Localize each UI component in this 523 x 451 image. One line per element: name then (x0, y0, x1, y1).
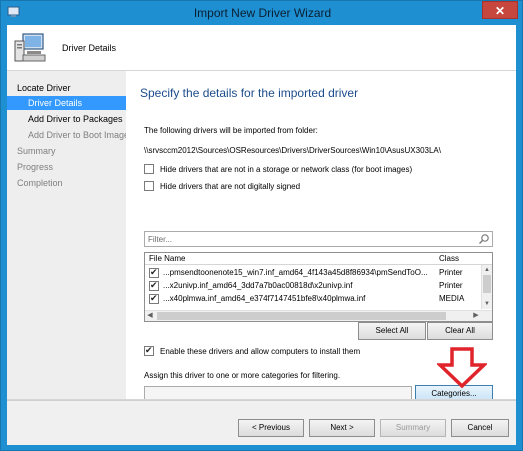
horizontal-scroll-thumb[interactable] (157, 312, 446, 320)
grid-vertical-scrollbar[interactable]: ▲ ▼ (481, 265, 492, 309)
nav-item-add-driver-to-boot-images[interactable]: Add Driver to Boot Images (7, 128, 126, 142)
clear-all-button[interactable]: Clear All (427, 322, 493, 340)
hide-non-storage-label: Hide drivers that are not in a storage o… (160, 165, 413, 174)
summary-button: Summary (380, 419, 446, 437)
row-class: MEDIA (439, 294, 465, 303)
column-header-file-name[interactable]: File Name (149, 254, 185, 263)
folder-label: The following drivers will be imported f… (144, 126, 318, 135)
row-class: Printer (439, 281, 463, 290)
cancel-button[interactable]: Cancel (451, 419, 509, 437)
filter-input[interactable]: Filter... (144, 231, 493, 247)
row-checkbox[interactable] (149, 267, 159, 278)
footer-divider (7, 400, 516, 401)
nav-item-add-driver-to-packages[interactable]: Add Driver to Packages (7, 112, 126, 126)
title-bar: Import New Driver Wizard ✕ (1, 1, 523, 25)
row-class: Printer (439, 268, 463, 277)
wizard-step-navigation: Locate Driver Driver Details Add Driver … (7, 71, 126, 399)
select-all-button[interactable]: Select All (358, 322, 426, 340)
table-row[interactable]: ...pmsendtoonenote15_win7.inf_amd64_4f14… (145, 267, 481, 279)
vertical-scroll-thumb[interactable] (483, 275, 491, 293)
main-content: Specify the details for the imported dri… (126, 71, 516, 403)
wizard-client-area: Driver Details Locate Driver Driver Deta… (7, 25, 516, 445)
scroll-right-icon[interactable]: ▶ (471, 311, 481, 321)
row-file-name: ...x40plmwa.inf_amd64_e374f7147451bfe8\x… (163, 294, 366, 303)
page-title: Driver Details (62, 43, 117, 53)
wizard-window: Import New Driver Wizard ✕ Driver Detail… (0, 0, 523, 451)
grid-horizontal-scrollbar[interactable]: ◀ ▶ (145, 310, 492, 321)
scroll-left-icon[interactable]: ◀ (145, 311, 155, 321)
nav-item-completion[interactable]: Completion (7, 176, 126, 190)
red-down-arrow-annotation (437, 347, 487, 389)
section-heading: Specify the details for the imported dri… (140, 86, 359, 100)
close-button[interactable]: ✕ (482, 1, 518, 19)
previous-button[interactable]: < Previous (238, 419, 304, 437)
hide-non-storage-checkbox[interactable] (144, 164, 154, 174)
table-row[interactable]: ...x40plmwa.inf_amd64_e374f7147451bfe8\x… (145, 293, 481, 305)
nav-item-progress[interactable]: Progress (7, 160, 126, 174)
computer-icon (14, 33, 46, 62)
folder-path: \\srvsccm2012\Sources\OSResources\Driver… (144, 146, 441, 155)
scroll-up-icon[interactable]: ▲ (482, 265, 492, 275)
hide-unsigned-label: Hide drivers that are not digitally sign… (160, 182, 301, 191)
wizard-footer: < Previous Next > Summary Cancel (7, 399, 516, 445)
enable-drivers-checkbox[interactable] (144, 345, 154, 356)
nav-item-driver-details[interactable]: Driver Details (7, 96, 126, 110)
nav-item-locate-driver[interactable]: Locate Driver (7, 81, 126, 95)
row-checkbox[interactable] (149, 293, 159, 304)
row-file-name: ...pmsendtoonenote15_win7.inf_amd64_4f14… (163, 268, 428, 277)
wizard-header: Driver Details (7, 25, 516, 71)
window-title: Import New Driver Wizard (193, 6, 332, 20)
assign-categories-label: Assign this driver to one or more catego… (144, 371, 341, 380)
table-row[interactable]: ...x2univp.inf_amd64_3dd7a7b0ac00818d\x2… (145, 280, 481, 292)
column-header-class[interactable]: Class (439, 254, 459, 263)
hide-unsigned-checkbox[interactable] (144, 181, 154, 191)
filter-placeholder: Filter... (148, 235, 173, 244)
row-file-name: ...x2univp.inf_amd64_3dd7a7b0ac00818d\x2… (163, 281, 353, 290)
next-button[interactable]: Next > (309, 419, 375, 437)
scroll-down-icon[interactable]: ▼ (482, 299, 492, 309)
nav-item-summary[interactable]: Summary (7, 144, 126, 158)
enable-drivers-label: Enable these drivers and allow computers… (160, 347, 361, 356)
driver-list-grid[interactable]: File Name Class ...pmsendtoonenote15_win… (144, 252, 493, 322)
search-icon[interactable] (478, 233, 490, 245)
grid-header: File Name Class (145, 253, 492, 265)
row-checkbox[interactable] (149, 280, 159, 291)
